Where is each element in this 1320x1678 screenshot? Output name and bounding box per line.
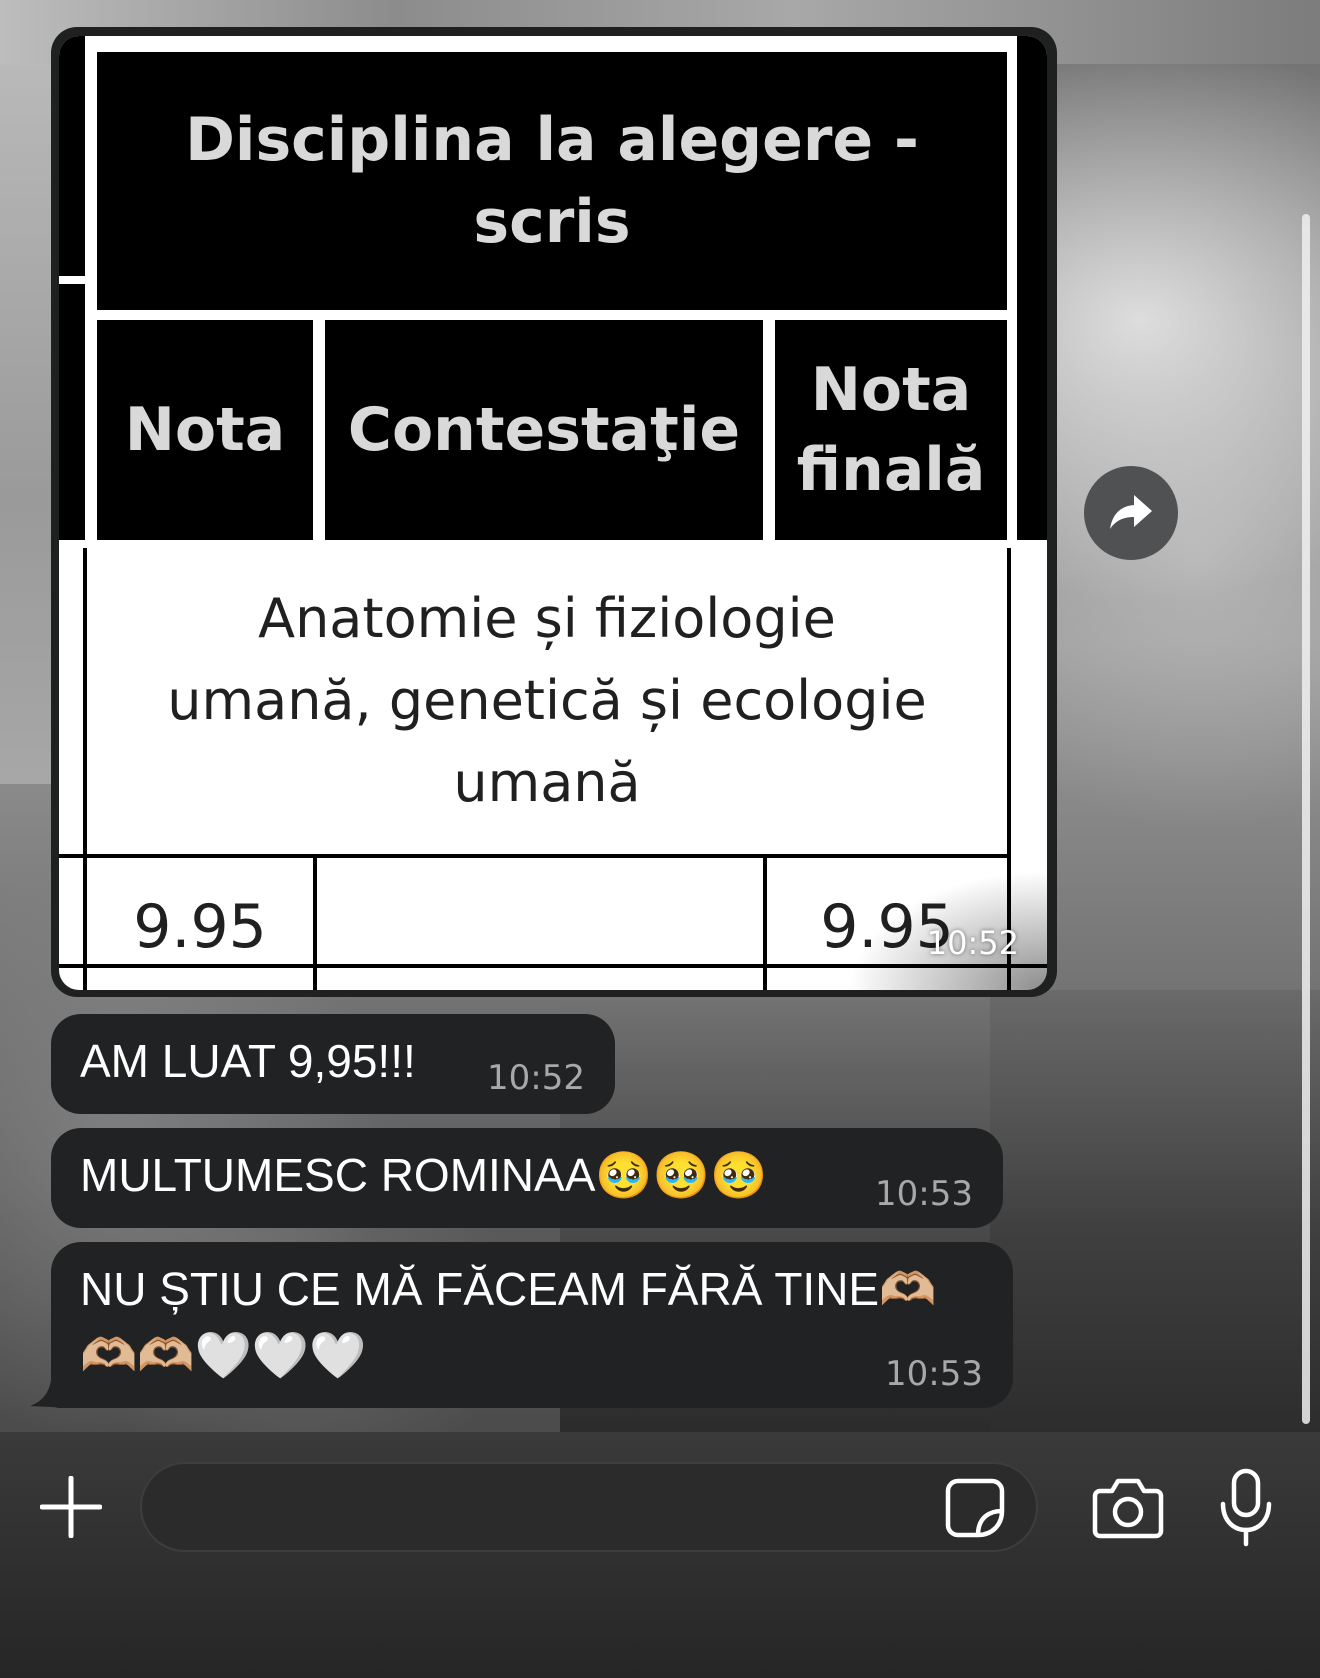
score-table: Disciplina la alegere - scris Nota Conte… <box>59 36 1047 990</box>
header-title-line1: Disciplina la alegere - <box>185 105 919 175</box>
image-message-photo[interactable]: Disciplina la alegere - scris Nota Conte… <box>59 36 1047 990</box>
column-nota-finala-line2: finală <box>796 435 986 505</box>
message-time-3: 10:53 <box>885 1354 983 1394</box>
column-nota-finala-line1: Nota <box>810 355 972 425</box>
table-line-mid-h <box>59 854 1011 858</box>
column-header-contestatie: Contestaţie <box>325 320 763 540</box>
table-line-col1 <box>313 856 317 990</box>
column-header-nota: Nota <box>97 320 313 540</box>
camera-icon <box>1092 1478 1164 1539</box>
message-input-field[interactable] <box>140 1462 1038 1552</box>
column-header-nota-finala: Nota finală <box>775 320 1007 540</box>
plus-icon <box>39 1475 103 1539</box>
message-bubble-3[interactable]: NU ȘTIU CE MĂ FĂCEAM FĂRĂ TINE🫶🏼 🫶🏼🫶🏼🤍🤍🤍… <box>51 1242 1013 1408</box>
header-title-line2: scris <box>473 187 631 257</box>
chat-scrollbar[interactable] <box>1302 214 1310 1424</box>
table-line-left <box>83 548 87 990</box>
table-line-col2 <box>763 856 767 990</box>
table-subject-cell: Anatomie și fiziologie umană, genetică ș… <box>87 548 1007 854</box>
table-nota-value-cell: 9.95 <box>87 864 313 990</box>
table-contestatie-value-cell <box>319 864 761 990</box>
message-text-3-line1: NU ȘTIU CE MĂ FĂCEAM FĂRĂ TINE🫶🏼 <box>80 1263 937 1315</box>
message-bubble-1[interactable]: AM LUAT 9,95!!! 10:52 <box>51 1014 615 1114</box>
message-text-3-line2: 🫶🏼🫶🏼🤍🤍🤍 <box>80 1329 367 1381</box>
table-left-strip <box>59 36 85 276</box>
message-text-1: AM LUAT 9,95!!! <box>80 1035 416 1087</box>
message-time-1: 10:52 <box>487 1058 585 1098</box>
subject-line3: umană <box>453 751 641 814</box>
bubble-tail-icon <box>30 1358 70 1408</box>
message-bubble-2[interactable]: MULTUMESC ROMINAA🥹🥹🥹 10:53 <box>51 1128 1003 1228</box>
sticker-icon <box>945 1478 1005 1538</box>
attach-button[interactable] <box>39 1475 103 1539</box>
table-header-title: Disciplina la alegere - scris <box>97 52 1007 310</box>
microphone-button[interactable] <box>1218 1468 1274 1548</box>
wallpaper-right-panel <box>990 990 1320 1432</box>
camera-button[interactable] <box>1092 1475 1164 1539</box>
message-text-2: MULTUMESC ROMINAA🥹🥹🥹 <box>80 1149 768 1201</box>
column-contestatie-label: Contestaţie <box>347 395 741 465</box>
message-time-2: 10:53 <box>875 1174 973 1214</box>
table-right-strip <box>1017 36 1047 540</box>
forward-arrow-icon <box>1110 495 1152 529</box>
image-message-time: 10:52 <box>926 924 1019 962</box>
column-nota-label: Nota <box>124 395 286 465</box>
forward-button[interactable] <box>1084 466 1178 560</box>
table-left-strip-2 <box>59 284 85 540</box>
sticker-button[interactable] <box>944 1477 1006 1539</box>
subject-line1: Anatomie și fiziologie <box>258 587 836 650</box>
microphone-icon <box>1220 1468 1272 1547</box>
subject-line2: umană, genetică și ecologie <box>167 669 927 732</box>
nota-value: 9.95 <box>133 892 267 962</box>
